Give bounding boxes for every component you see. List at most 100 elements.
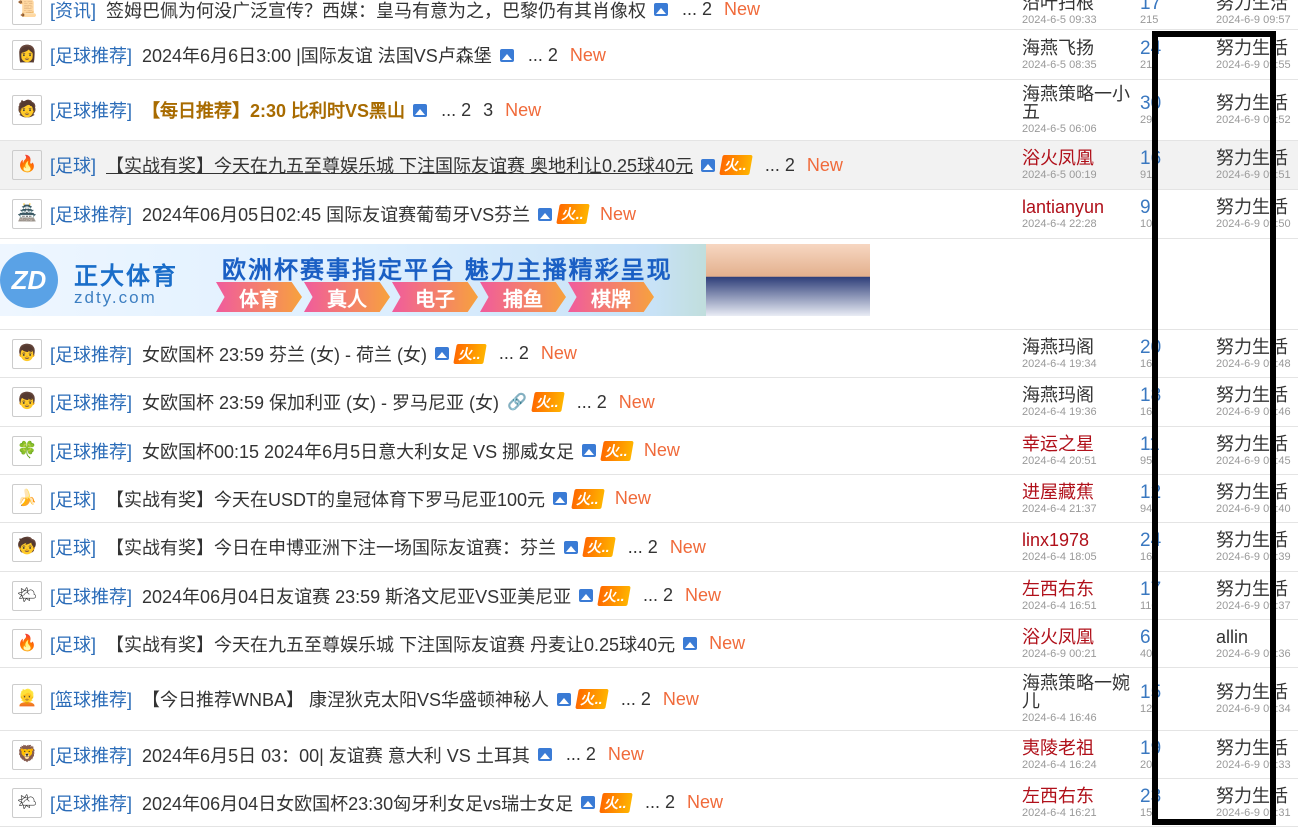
last-post-time[interactable]: 2024-6-9 09:52	[1216, 115, 1291, 126]
avatar[interactable]: 🍌	[12, 483, 42, 514]
thread-category-link[interactable]: [足球推荐]	[50, 389, 132, 415]
last-post-user[interactable]: 努力生活	[1216, 198, 1291, 216]
thread-category-link[interactable]: [篮球推荐]	[50, 686, 132, 712]
last-post-user[interactable]: 努力生活	[1216, 149, 1291, 167]
thread-title-link[interactable]: 女欧国杯00:15 2024年6月5日意大利女足 VS 挪威女足	[142, 438, 574, 464]
ad-banner[interactable]: ZD 正大体育 zdty.com 欧洲杯赛事指定平台 魅力主播精彩呈现 体育 真…	[0, 244, 870, 316]
thread-category-link[interactable]: [足球推荐]	[50, 583, 132, 609]
author-link[interactable]: 夷陵老祖	[1022, 739, 1140, 757]
thread-title-link[interactable]: 签姆巴佩为何没广泛宣传？西媒：皇马有意为之，巴黎仍有其肖像权	[106, 0, 646, 23]
avatar[interactable]: 🌤	[12, 787, 42, 818]
reply-count[interactable]: 18	[1140, 386, 1190, 405]
avatar[interactable]: 🔥	[12, 628, 42, 659]
thread-title-link[interactable]: 【每日推荐】2:30 比利时VS黑山	[142, 97, 405, 123]
avatar[interactable]: 👦	[12, 387, 42, 417]
last-post-user[interactable]: 努力生活	[1216, 739, 1291, 757]
thread-category-link[interactable]: [足球]	[50, 486, 96, 512]
last-post-time[interactable]: 2024-6-9 09:51	[1216, 170, 1291, 181]
last-post-user[interactable]: 努力生活	[1216, 338, 1291, 356]
thread-category-link[interactable]: [足球]	[50, 631, 96, 657]
last-post-user[interactable]: 努力生活	[1216, 39, 1291, 57]
author-link[interactable]: 浴火凤凰	[1022, 149, 1140, 167]
avatar[interactable]: 👦	[12, 338, 42, 369]
author-link[interactable]: linx1978	[1022, 531, 1140, 549]
last-post-time[interactable]: 2024-6-9 09:48	[1216, 358, 1291, 370]
page-link[interactable]: ... 2	[566, 744, 596, 765]
avatar[interactable]: 🏯	[12, 199, 42, 229]
reply-count[interactable]: 30	[1140, 94, 1190, 113]
reply-count[interactable]: 24	[1140, 531, 1190, 550]
last-post-user[interactable]: 努力生活	[1216, 94, 1291, 112]
reply-count[interactable]: 19	[1140, 739, 1190, 758]
last-post-time[interactable]: 2024-6-9 09:36	[1216, 648, 1291, 660]
thread-title-link[interactable]: 【实战有奖】今天在九五至尊娱乐城 下注国际友谊赛 丹麦让0.25球40元	[106, 631, 675, 657]
thread-category-link[interactable]: [足球推荐]	[50, 42, 132, 68]
last-post-user[interactable]: 努力生活	[1216, 683, 1291, 701]
last-post-user[interactable]: 努力生活	[1216, 0, 1291, 12]
author-link[interactable]: 海燕玛阁	[1022, 386, 1140, 404]
avatar[interactable]: 🍀	[12, 435, 42, 466]
thread-category-link[interactable]: [足球推荐]	[50, 341, 132, 367]
thread-title-link[interactable]: 【实战有奖】今天在九五至尊娱乐城 下注国际友谊赛 奥地利让0.25球40元	[106, 152, 693, 178]
page-link[interactable]: ... 2	[765, 155, 795, 176]
author-link[interactable]: 进屋藏蕉	[1022, 483, 1140, 501]
author-link[interactable]: 海燕飞扬	[1022, 39, 1140, 57]
last-post-time[interactable]: 2024-6-9 09:45	[1216, 455, 1291, 467]
last-post-time[interactable]: 2024-6-9 09:34	[1216, 704, 1291, 715]
last-post-time[interactable]: 2024-6-9 09:55	[1216, 60, 1291, 71]
thread-title-link[interactable]: 女欧国杯 23:59 芬兰 (女) - 荷兰 (女)	[142, 341, 427, 367]
author-link[interactable]: 海燕策略一婉儿	[1022, 674, 1140, 710]
last-post-time[interactable]: 2024-6-9 09:37	[1216, 600, 1291, 612]
avatar[interactable]: 🌤	[12, 580, 42, 611]
avatar[interactable]: 👩	[12, 40, 42, 70]
reply-count[interactable]: 17	[1140, 0, 1190, 13]
thread-title-link[interactable]: 【今日推荐WNBA】 康涅狄克太阳VS华盛顿神秘人	[142, 686, 549, 712]
last-post-time[interactable]: 2024-6-9 09:39	[1216, 552, 1291, 563]
thread-category-link[interactable]: [足球推荐]	[50, 742, 132, 768]
last-post-user[interactable]: 努力生活	[1216, 787, 1291, 805]
last-post-time[interactable]: 2024-6-9 09:57	[1216, 14, 1291, 26]
author-link[interactable]: lantianyun	[1022, 198, 1140, 216]
thread-category-link[interactable]: [足球推荐]	[50, 97, 132, 123]
thread-category-link[interactable]: [足球推荐]	[50, 438, 132, 464]
page-link[interactable]: ... 2	[577, 392, 607, 413]
reply-count[interactable]: 12	[1140, 483, 1190, 502]
avatar[interactable]: 🔥	[12, 150, 42, 180]
last-post-user[interactable]: 努力生活	[1216, 531, 1291, 549]
thread-title-link[interactable]: 2024年06月04日友谊赛 23:59 斯洛文尼亚VS亚美尼亚	[142, 583, 571, 609]
reply-count[interactable]: 6	[1140, 628, 1190, 647]
reply-count[interactable]: 9	[1140, 198, 1190, 217]
thread-title-link[interactable]: 2024年6月6日3:00 |国际友谊 法国VS卢森堡	[142, 42, 492, 68]
last-post-user[interactable]: 努力生活	[1216, 435, 1291, 453]
page-link[interactable]: ... 2	[643, 585, 673, 606]
thread-title-link[interactable]: 女欧国杯 23:59 保加利亚 (女) - 罗马尼亚 (女)	[142, 389, 499, 415]
last-post-time[interactable]: 2024-6-9 09:46	[1216, 407, 1291, 418]
page-link[interactable]: ... 2	[645, 792, 675, 813]
last-post-user[interactable]: 努力生活	[1216, 386, 1291, 404]
author-link[interactable]: 浴火凤凰	[1022, 628, 1140, 646]
last-post-user[interactable]: allin	[1216, 628, 1291, 646]
author-link[interactable]: 海燕策略一小五	[1022, 85, 1140, 121]
page-link[interactable]: 3	[483, 100, 493, 121]
page-link[interactable]: ... 2	[682, 0, 712, 20]
reply-count[interactable]: 16	[1140, 149, 1190, 168]
reply-count[interactable]: 11	[1140, 435, 1190, 454]
reply-count[interactable]: 24	[1140, 39, 1190, 58]
avatar[interactable]: 🧒	[12, 532, 42, 562]
thread-title-link[interactable]: 2024年06月05日02:45 国际友谊赛葡萄牙VS芬兰	[142, 201, 530, 227]
thread-title-link[interactable]: 【实战有奖】今日在申博亚洲下注一场国际友谊赛：芬兰	[106, 534, 556, 560]
page-link[interactable]: ... 2	[621, 689, 651, 710]
reply-count[interactable]: 23	[1140, 787, 1190, 806]
avatar[interactable]: 📜	[12, 0, 42, 25]
thread-title-link[interactable]: 2024年6月5日 03：00| 友谊赛 意大利 VS 土耳其	[142, 742, 530, 768]
page-link[interactable]: ... 2	[528, 45, 558, 66]
page-link[interactable]: ... 2	[628, 537, 658, 558]
thread-title-link[interactable]: 【实战有奖】今天在USDT的皇冠体育下罗马尼亚100元	[106, 486, 545, 512]
last-post-time[interactable]: 2024-6-9 09:33	[1216, 759, 1291, 771]
thread-category-link[interactable]: [足球推荐]	[50, 201, 132, 227]
page-link[interactable]: ... 2	[499, 343, 529, 364]
last-post-time[interactable]: 2024-6-9 09:40	[1216, 503, 1291, 515]
last-post-time[interactable]: 2024-6-9 09:31	[1216, 807, 1291, 819]
last-post-user[interactable]: 努力生活	[1216, 483, 1291, 501]
last-post-time[interactable]: 2024-6-9 09:50	[1216, 219, 1291, 230]
